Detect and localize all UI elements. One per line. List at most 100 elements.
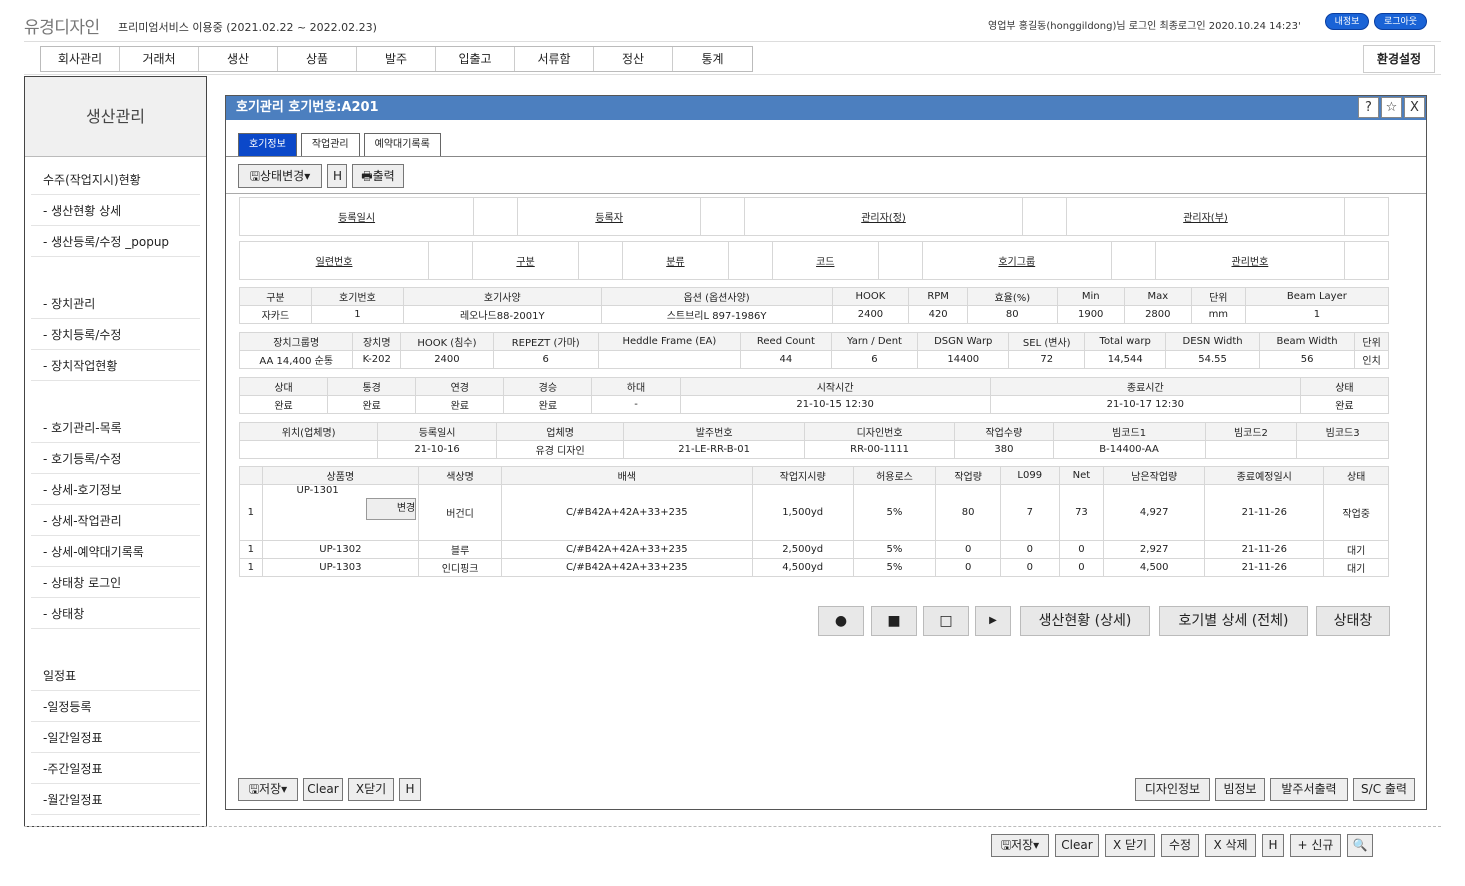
serial-label[interactable]: 구분 xyxy=(472,241,579,280)
menu-item[interactable]: 거래처 xyxy=(120,47,199,71)
register-label[interactable]: 관리자(정) xyxy=(744,197,1023,236)
production-detail-button[interactable]: 생산현황 (상세) xyxy=(1020,606,1150,636)
star-icon[interactable]: ☆ xyxy=(1381,97,1402,118)
sidebar-item[interactable]: -월간일정표 xyxy=(31,785,200,815)
value-cell[interactable] xyxy=(577,241,623,280)
clear-button[interactable]: Clear xyxy=(303,778,343,801)
stop-button[interactable]: ■ xyxy=(871,606,917,636)
order-info-table: 위치(업체명) 등록일시 업체명 발주번호 디자인번호 작업수량 빔코드1 빔코드2 빔코드3 2… xyxy=(238,422,1389,459)
value-cell[interactable] xyxy=(428,241,474,280)
sidebar-item[interactable]: -주간일정표 xyxy=(31,754,200,784)
menu-item[interactable]: 정산 xyxy=(594,47,673,71)
footer-edit-button[interactable]: 수정 xyxy=(1161,834,1199,857)
circle-button[interactable]: ● xyxy=(818,606,864,636)
value-cell[interactable] xyxy=(727,241,773,280)
serial-label[interactable]: 분류 xyxy=(621,241,729,280)
play-button[interactable]: ▶ xyxy=(975,606,1011,636)
h-button[interactable]: H xyxy=(327,164,347,188)
column-header: 빔코드2 xyxy=(1204,422,1298,441)
design-info-button[interactable]: 디자인정보 xyxy=(1135,778,1210,801)
menu-item[interactable]: 통계 xyxy=(673,47,752,71)
value-cell[interactable] xyxy=(1344,197,1389,236)
sc-print-button[interactable]: S/C 출력 xyxy=(1353,778,1415,801)
sidebar-item[interactable]: - 상태창 xyxy=(31,599,200,629)
column-header: Net xyxy=(1058,466,1105,485)
help-icon[interactable]: ? xyxy=(1358,97,1379,118)
table-row[interactable]: 1 UP-1301 변경 버건디 C/#B42A+42A+33+235 1,500yd 5%… xyxy=(239,484,1389,541)
sidebar-item[interactable]: 일정표 xyxy=(31,661,200,691)
change-button[interactable]: 변경 xyxy=(366,498,417,520)
sidebar-item[interactable]: - 상세-작업관리 xyxy=(31,506,200,536)
menu-item[interactable]: 입출고 xyxy=(436,47,515,71)
settings-button[interactable]: 환경설정 xyxy=(1363,45,1435,73)
value-cell[interactable] xyxy=(700,197,746,236)
menu-item[interactable]: 서류함 xyxy=(515,47,594,71)
footer-new-button[interactable]: + 신규 xyxy=(1290,834,1341,857)
menu-item[interactable]: 회사관리 xyxy=(41,47,120,71)
value-cell[interactable] xyxy=(877,241,923,280)
device-spec-table: 장치그룹명 장치명 HOOK (침수) REPEZT (가마) Heddle Frame… xyxy=(238,332,1389,369)
myinfo-button[interactable]: 내정보 xyxy=(1325,13,1369,30)
sidebar-item[interactable]: - 장치관리 xyxy=(31,289,200,319)
table-row[interactable]: 1 UP-1303 인디핑크 C/#B42A+42A+33+235 4,500yd 5% 0… xyxy=(239,558,1389,577)
sidebar-item[interactable]: - 호기등록/수정 xyxy=(31,444,200,474)
sidebar-item[interactable]: - 상세-예약대기록록 xyxy=(31,537,200,567)
status-change-button[interactable]: 🖫상태변경▾ xyxy=(238,164,322,188)
serial-label[interactable]: 코드 xyxy=(771,241,879,280)
sidebar-item[interactable]: - 생산등록/수정 _popup xyxy=(31,227,200,257)
column-header: 효율(%) xyxy=(966,287,1058,306)
h-bottom-button[interactable]: H xyxy=(399,778,421,801)
table-cell: 0 xyxy=(999,558,1060,577)
sidebar-item[interactable]: - 호기관리-목록 xyxy=(31,413,200,443)
value-cell[interactable] xyxy=(473,197,519,236)
serial-label[interactable]: 호기그룹 xyxy=(921,241,1112,280)
register-label[interactable]: 등록자 xyxy=(517,197,702,236)
footer-h-button[interactable]: H xyxy=(1262,834,1284,857)
table-cell: 1900 xyxy=(1056,305,1125,324)
tab-machine-info[interactable]: 호기정보 xyxy=(238,133,297,156)
close-icon[interactable]: X xyxy=(1404,97,1425,118)
search-icon[interactable]: 🔍 xyxy=(1347,834,1373,857)
order-print-button[interactable]: 발주서출력 xyxy=(1270,778,1348,801)
sidebar-item[interactable]: - 상태창 로그인 xyxy=(31,568,200,598)
table-cell: 0 xyxy=(935,540,1001,559)
menu-item[interactable]: 상품 xyxy=(278,47,357,71)
serial-label[interactable]: 관리번호 xyxy=(1154,241,1346,280)
value-cell[interactable] xyxy=(1022,197,1067,236)
empty-square-button[interactable]: □ xyxy=(923,606,969,636)
logout-button[interactable]: 로그아웃 xyxy=(1374,13,1427,30)
value-cell[interactable] xyxy=(1110,241,1156,280)
tab-work-management[interactable]: 작업관리 xyxy=(300,133,360,156)
footer-delete-button[interactable]: X 삭제 xyxy=(1205,834,1256,857)
sidebar-item[interactable]: - 상세-호기정보 xyxy=(31,475,200,505)
table-row[interactable]: 1 UP-1302 블루 C/#B42A+42A+33+235 2,500yd 5% 0 0 0… xyxy=(239,540,1389,559)
sidebar-item[interactable]: - 장치등록/수정 xyxy=(31,320,200,350)
menu-item[interactable]: 발주 xyxy=(357,47,436,71)
table-cell: 스트브리L 897-1986Y xyxy=(600,305,833,324)
print-button[interactable]: 🖶출력 xyxy=(352,164,404,188)
value-cell[interactable] xyxy=(1344,241,1389,280)
close-button[interactable]: X닫기 xyxy=(348,778,394,801)
table-cell: K-202 xyxy=(352,350,402,369)
sidebar-item[interactable]: 수주(작업지시)현황 xyxy=(31,165,200,195)
table-cell: 5% xyxy=(852,558,937,577)
table-cell: 1 xyxy=(310,305,404,324)
column-header: 작업량 xyxy=(935,466,1001,485)
register-label[interactable]: 등록일시 xyxy=(238,197,475,236)
menu-item[interactable]: 생산 xyxy=(199,47,278,71)
tab-reservation[interactable]: 예약대기록록 xyxy=(363,133,441,156)
serial-label[interactable]: 일련번호 xyxy=(238,241,430,280)
beam-info-button[interactable]: 빔정보 xyxy=(1215,778,1265,801)
footer-close-button[interactable]: X 닫기 xyxy=(1105,834,1155,857)
register-label[interactable]: 관리자(부) xyxy=(1066,197,1345,236)
top-header: 유경디자인 프리미엄서비스 이용중 (2021.02.22 ~ 2022.02.… xyxy=(0,0,1465,40)
machine-detail-button[interactable]: 호기별 상세 (전체) xyxy=(1159,606,1308,636)
status-window-button[interactable]: 상태창 xyxy=(1316,606,1390,636)
footer-save-button[interactable]: 🖫저장▾ xyxy=(991,834,1049,857)
footer-clear-button[interactable]: Clear xyxy=(1055,834,1099,857)
save-button[interactable]: 🖫저장▾ xyxy=(238,778,298,801)
sidebar-item[interactable]: -일간일정표 xyxy=(31,723,200,753)
sidebar-item[interactable]: -일정등록 xyxy=(31,692,200,722)
sidebar-item[interactable]: - 생산현황 상세 xyxy=(31,196,200,226)
sidebar-item[interactable]: - 장치작업현황 xyxy=(31,351,200,381)
